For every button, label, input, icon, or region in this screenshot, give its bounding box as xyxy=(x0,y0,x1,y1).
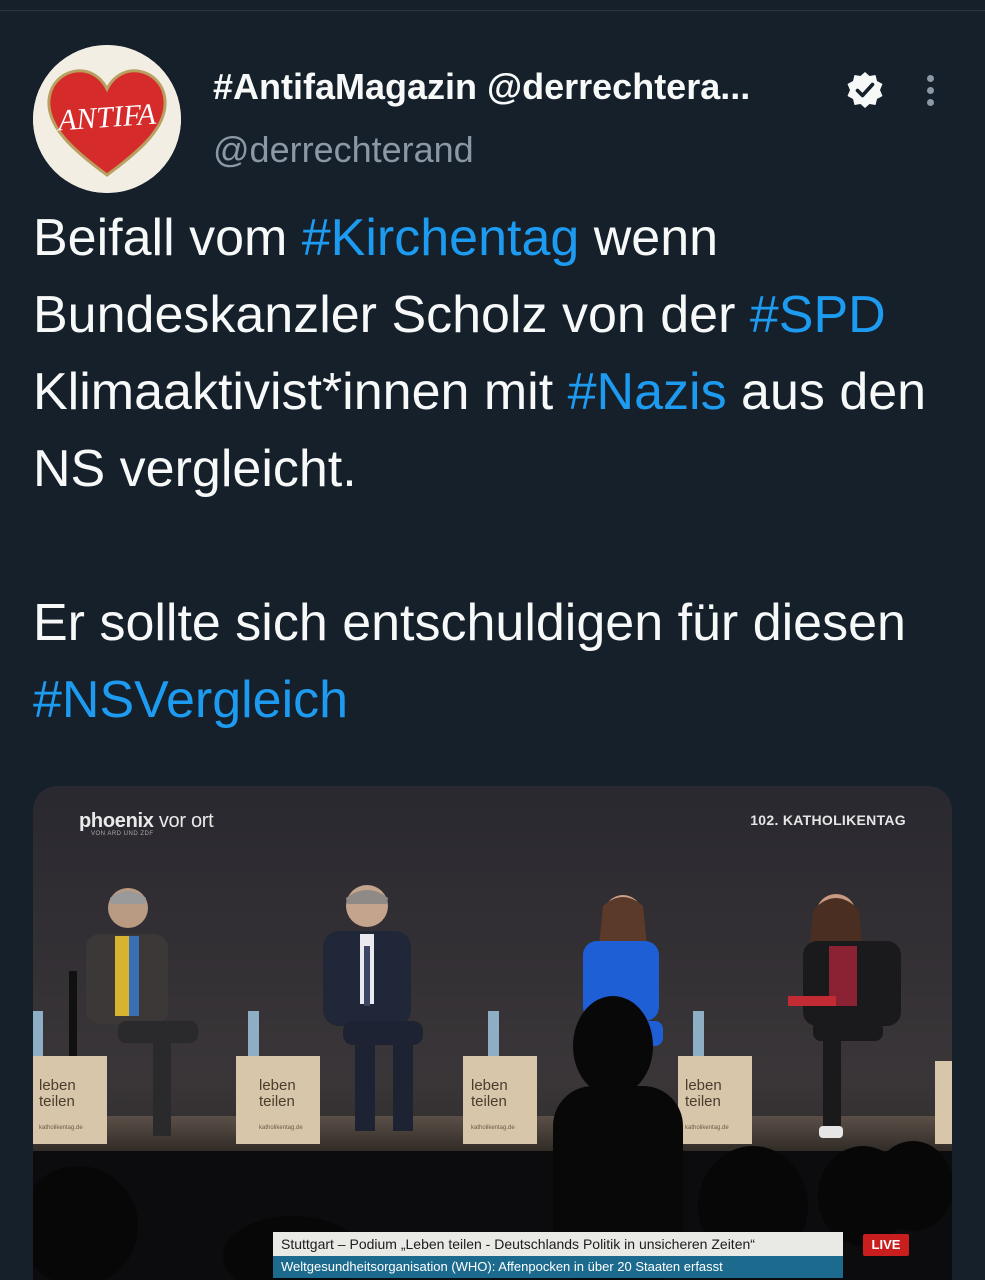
phoenix-logo: phoenix vor ort xyxy=(79,810,214,833)
hashtag-kirchentag[interactable]: #Kirchentag xyxy=(302,209,580,267)
box-label: leben teilen katholikentag.de xyxy=(259,1078,339,1132)
box-label: leben teilen katholikentag.de xyxy=(471,1078,551,1132)
box-label-line2: teilen xyxy=(471,1093,507,1110)
tweet-text-segment: Klimaaktivist*innen mit xyxy=(33,363,568,421)
brand-sub: VON ARD UND ZDF xyxy=(91,831,154,837)
top-divider xyxy=(0,10,985,11)
tweet-paragraph-1: Beifall vom #Kirchentag wenn Bundeskanzl… xyxy=(33,200,963,508)
hashtag-nazis[interactable]: #Nazis xyxy=(568,363,727,421)
live-badge: LIVE xyxy=(863,1234,909,1256)
tweet-text-segment: Er sollte sich entschuldigen für diesen xyxy=(33,594,935,652)
box-label-line1: leben xyxy=(259,1077,296,1094)
brand-main: phoenix xyxy=(79,810,154,832)
news-ticker: Weltgesundheitsorganisation (WHO): Affen… xyxy=(273,1256,843,1278)
avatar-text: ANTIFA xyxy=(55,98,158,138)
box-label-line1: leben xyxy=(471,1077,508,1094)
lower-third-title: Stuttgart – Podium „Leben teilen - Deuts… xyxy=(273,1232,843,1256)
box-label-url: katholikentag.de xyxy=(471,1125,515,1131)
hashtag-nsvergleich[interactable]: #NSVergleich xyxy=(33,671,348,729)
tweet-text: Beifall vom #Kirchentag wenn Bundeskanzl… xyxy=(33,200,963,739)
antifa-heart-logo: ANTIFA xyxy=(33,45,181,193)
lower-third: Stuttgart – Podium „Leben teilen - Deuts… xyxy=(273,1232,843,1278)
event-label: 102. KATHOLIKENTAG xyxy=(750,812,906,828)
box-label-line2: teilen xyxy=(39,1093,75,1110)
box-label-url: katholikentag.de xyxy=(39,1125,83,1131)
stage-scene xyxy=(33,786,952,1280)
verified-badge-icon xyxy=(845,70,885,110)
box-label: leben teilen katholikentag.de xyxy=(685,1078,765,1132)
brand-light: vor ort xyxy=(153,810,214,832)
tweet-media-image[interactable]: phoenix vor ort VON ARD UND ZDF 102. KAT… xyxy=(33,786,952,1280)
box-label: leben teilen katholikentag.de xyxy=(39,1078,119,1132)
hashtag-spd[interactable]: #SPD xyxy=(750,286,886,344)
more-options-icon[interactable] xyxy=(908,68,952,112)
tweet-paragraph-2: Er sollte sich entschuldigen für diesen … xyxy=(33,585,963,739)
author-handle[interactable]: @derrechterand xyxy=(213,129,474,171)
box-label-line2: teilen xyxy=(685,1093,721,1110)
box-label-line1: leben xyxy=(685,1077,722,1094)
author-display-name[interactable]: #AntifaMagazin @derrechtera... xyxy=(213,66,833,108)
box-label-url: katholikentag.de xyxy=(259,1125,303,1131)
author-avatar[interactable]: ANTIFA xyxy=(33,45,181,193)
tweet-text-segment: Beifall vom xyxy=(33,209,302,267)
box-label-url: katholikentag.de xyxy=(685,1125,729,1131)
box-label-line1: leben xyxy=(39,1077,76,1094)
box-label-line2: teilen xyxy=(259,1093,295,1110)
